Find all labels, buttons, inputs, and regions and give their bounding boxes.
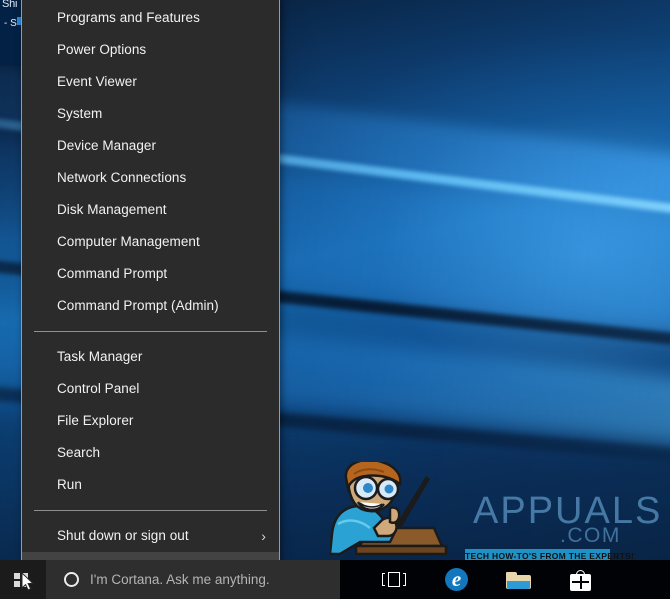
- search-input[interactable]: I'm Cortana. Ask me anything.: [90, 560, 270, 599]
- chevron-right-icon: ›: [261, 528, 266, 544]
- menu-item-label: Shut down or sign out: [57, 528, 189, 543]
- menu-item-label: Command Prompt (Admin): [57, 298, 219, 313]
- windows-logo-icon: [14, 573, 28, 587]
- menu-item-label: Run: [57, 477, 82, 492]
- taskbar: I'm Cortana. Ask me anything. e: [0, 560, 670, 599]
- menu-item-shut-down-or-sign-out[interactable]: Shut down or sign out ›: [22, 520, 279, 552]
- task-view-icon: [382, 572, 406, 587]
- menu-item-label: Computer Management: [57, 234, 200, 249]
- background-window-item: - S: [4, 18, 17, 29]
- menu-item-label: Control Panel: [57, 381, 140, 396]
- menu-item-device-manager[interactable]: Device Manager: [22, 130, 279, 162]
- screen: Shi - S APPUALS .COM TECH HOW-TO'S FROM …: [0, 0, 670, 599]
- menu-item-network-connections[interactable]: Network Connections: [22, 162, 279, 194]
- menu-item-run[interactable]: Run: [22, 469, 279, 501]
- menu-item-label: Disk Management: [57, 202, 167, 217]
- file-explorer-taskbar-button[interactable]: [496, 560, 540, 599]
- edge-taskbar-button[interactable]: e: [434, 560, 478, 599]
- menu-item-task-manager[interactable]: Task Manager: [22, 341, 279, 373]
- task-view-button[interactable]: [372, 560, 416, 599]
- menu-item-power-options[interactable]: Power Options: [22, 34, 279, 66]
- menu-item-file-explorer[interactable]: File Explorer: [22, 405, 279, 437]
- cortana-search-box[interactable]: I'm Cortana. Ask me anything.: [46, 560, 340, 599]
- menu-item-label: Network Connections: [57, 170, 187, 185]
- start-button[interactable]: [0, 560, 46, 599]
- menu-item-label: Event Viewer: [57, 74, 137, 89]
- menu-item-event-viewer[interactable]: Event Viewer: [22, 66, 279, 98]
- menu-item-label: Search: [57, 445, 101, 460]
- menu-item-system[interactable]: System: [22, 98, 279, 130]
- menu-item-label: File Explorer: [57, 413, 134, 428]
- menu-separator: [34, 331, 267, 332]
- menu-item-control-panel[interactable]: Control Panel: [22, 373, 279, 405]
- menu-item-label: Power Options: [57, 42, 147, 57]
- microsoft-store-taskbar-button[interactable]: [558, 560, 602, 599]
- menu-item-label: Device Manager: [57, 138, 156, 153]
- file-explorer-icon: [506, 572, 531, 589]
- microsoft-store-icon: [570, 570, 591, 591]
- background-window[interactable]: Shi - S: [0, 0, 22, 66]
- background-window-title: Shi: [2, 0, 18, 10]
- menu-item-search[interactable]: Search: [22, 437, 279, 469]
- menu-item-label: System: [57, 106, 103, 121]
- menu-item-label: Programs and Features: [57, 10, 200, 25]
- menu-item-computer-management[interactable]: Computer Management: [22, 226, 279, 258]
- menu-item-programs-and-features[interactable]: Programs and Features: [22, 2, 279, 34]
- edge-icon: e: [445, 568, 468, 591]
- menu-item-command-prompt[interactable]: Command Prompt: [22, 258, 279, 290]
- menu-item-label: Task Manager: [57, 349, 143, 364]
- menu-item-command-prompt-admin[interactable]: Command Prompt (Admin): [22, 290, 279, 322]
- cortana-circle-icon: [64, 572, 79, 587]
- menu-item-label: Command Prompt: [57, 266, 168, 281]
- winx-power-user-menu[interactable]: Programs and Features Power Options Even…: [21, 0, 280, 584]
- menu-separator: [34, 510, 267, 511]
- menu-item-disk-management[interactable]: Disk Management: [22, 194, 279, 226]
